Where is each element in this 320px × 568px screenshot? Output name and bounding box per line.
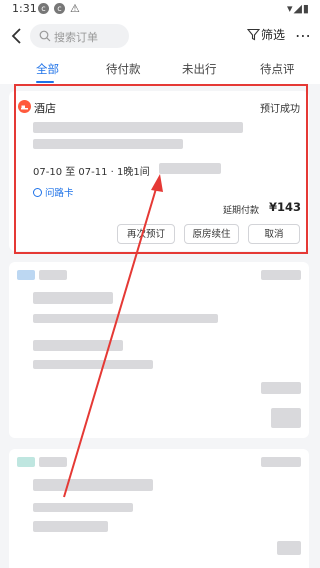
rebook-button[interactable]: 再次预订 (117, 224, 175, 244)
app-notification-icon: c (38, 3, 49, 14)
search-input[interactable]: 搜索订单 (30, 24, 129, 48)
tab-upcoming[interactable]: 未出行 (182, 61, 217, 77)
status-bar: 1:31 c c ⚠ ▾◢▮ (0, 0, 320, 18)
blurred-status (261, 270, 301, 280)
compass-icon (33, 188, 42, 197)
blurred-detail (33, 360, 153, 369)
blurred-title (33, 479, 153, 491)
search-icon (39, 30, 51, 42)
funnel-icon (247, 28, 260, 41)
order-status: 预订成功 (260, 104, 300, 115)
search-placeholder: 搜索订单 (54, 31, 98, 44)
back-arrow-icon[interactable] (8, 24, 28, 48)
tab-to-review[interactable]: 待点评 (260, 61, 295, 77)
stay-dates: 07-10 至 07-11 · 1晚1间 (33, 167, 150, 178)
active-tab-indicator (36, 81, 54, 83)
blurred-room-type (159, 163, 221, 174)
system-status-icons: ▾◢▮ (286, 2, 310, 15)
blurred-subtitle (33, 314, 218, 323)
blurred-hotel-name (33, 122, 243, 133)
warning-icon: ⚠ (70, 2, 80, 15)
order-category: 酒店 (34, 102, 56, 115)
blurred-order-card[interactable] (9, 262, 309, 438)
hotel-icon (18, 100, 31, 113)
blurred-room-info (33, 139, 183, 149)
extend-stay-button[interactable]: 原房续住 (184, 224, 239, 244)
blurred-order-card[interactable] (9, 449, 309, 568)
order-tabs: 全部 待付款 未出行 待点评 (0, 54, 320, 84)
blurred-price (261, 382, 301, 394)
app-notification-icon: c (54, 3, 65, 14)
cancel-button[interactable]: 取消 (248, 224, 300, 244)
blurred-button (271, 408, 301, 428)
route-card-link[interactable]: 问路卡 (33, 185, 74, 199)
blurred-subtitle (33, 503, 133, 512)
pay-amount: ¥143 (268, 200, 301, 214)
blurred-title (33, 292, 113, 304)
header: 搜索订单 筛选 ⋯ (0, 18, 320, 54)
status-time: 1:31 (12, 2, 37, 15)
blurred-category-icon (17, 270, 35, 280)
hotel-order-card[interactable]: 酒店 预订成功 07-10 至 07-11 · 1晚1间 问路卡 延期付款 ¥1… (9, 91, 309, 251)
blurred-category-icon (17, 457, 35, 467)
pay-label: 延期付款 (222, 206, 259, 216)
tab-all[interactable]: 全部 (36, 61, 59, 77)
tab-pending-payment[interactable]: 待付款 (106, 61, 141, 77)
blurred-status (261, 457, 301, 467)
blurred-detail (33, 521, 108, 532)
blurred-price (277, 541, 301, 555)
blurred-category (39, 457, 67, 467)
blurred-detail (33, 340, 123, 351)
more-options-icon[interactable]: ⋯ (295, 26, 312, 45)
blurred-category (39, 270, 67, 280)
filter-label: 筛选 (261, 28, 286, 42)
